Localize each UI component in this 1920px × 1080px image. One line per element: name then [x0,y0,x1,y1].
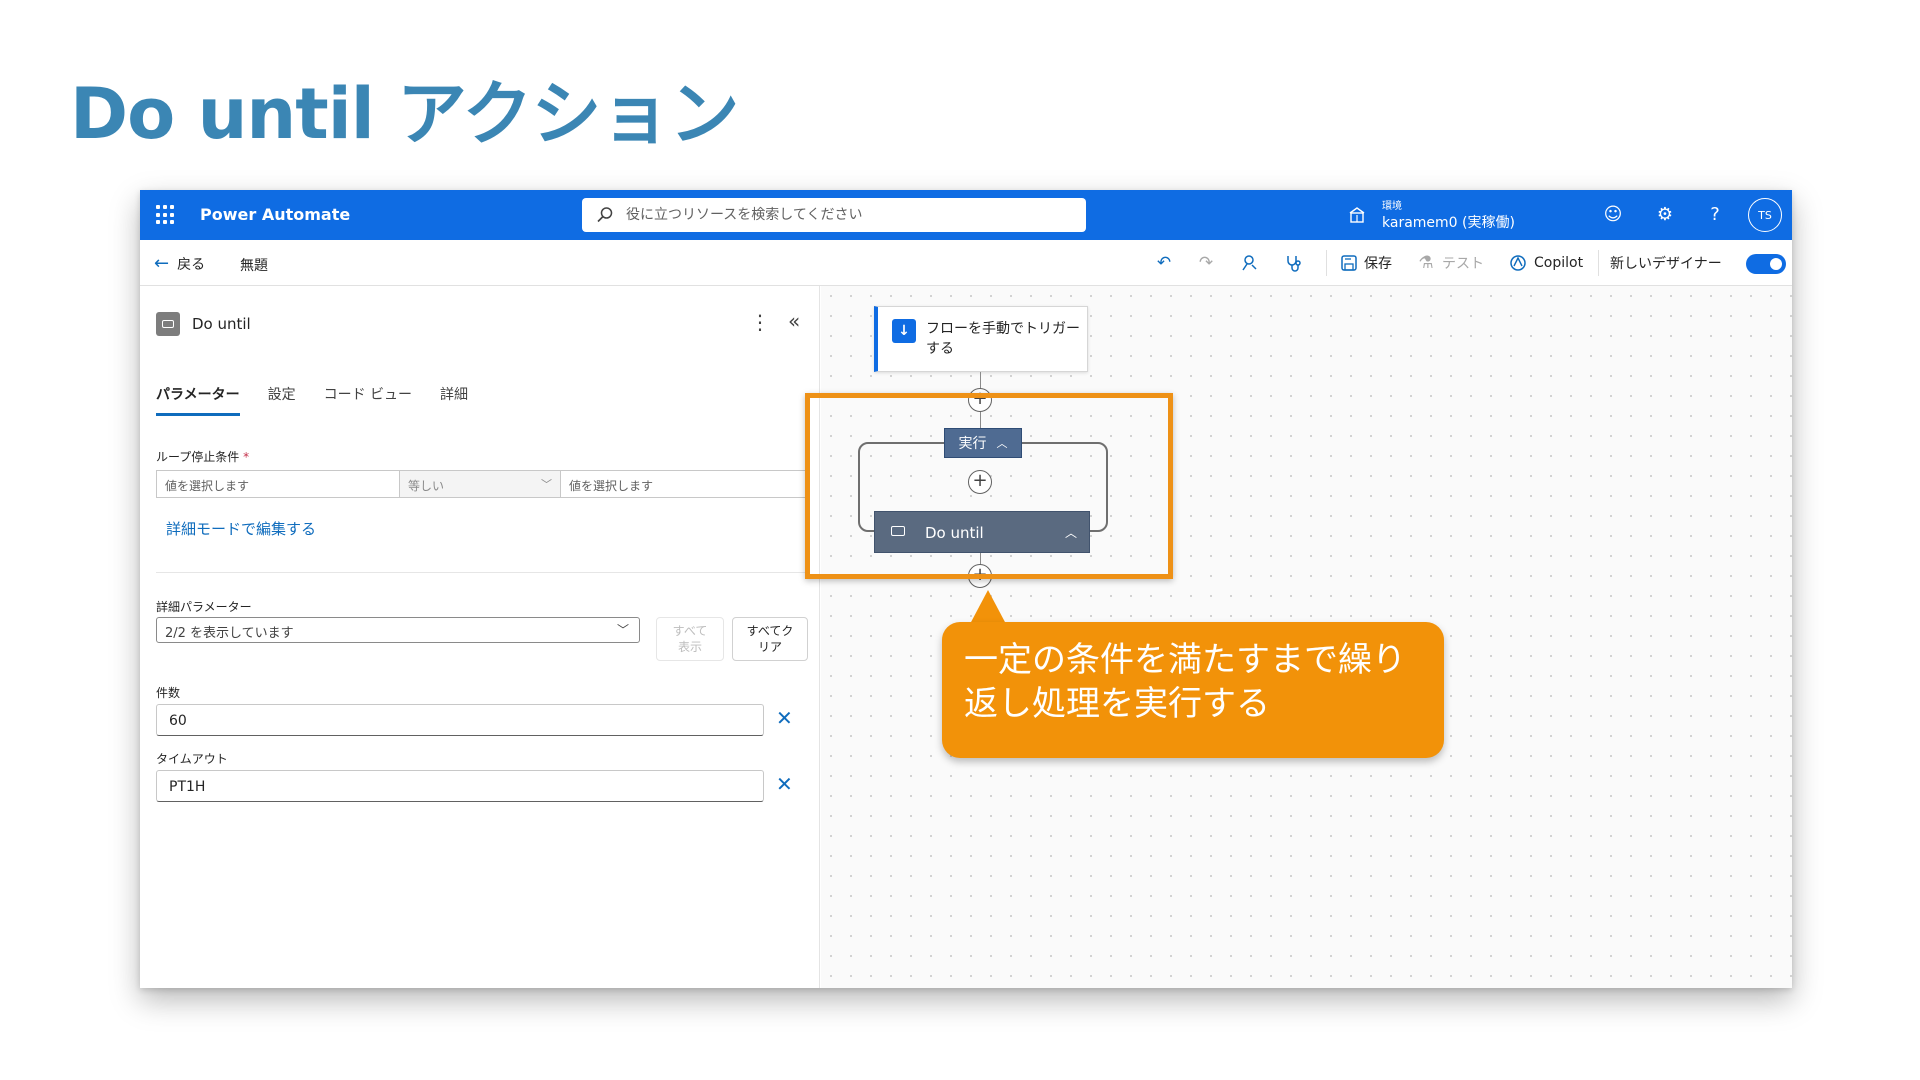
waffle-icon[interactable] [156,205,176,225]
loop-action-icon [156,312,180,336]
back-arrow-icon: ← [154,253,170,274]
chevron-down-icon: ﹀ [616,623,629,637]
tab-parameters[interactable]: パラメーター [156,384,240,416]
save-button[interactable]: 保存 [1340,252,1392,274]
redo-button[interactable]: ↷ [1196,252,1216,274]
callout-annotation: 一定の条件を満たすまで繰り返し処理を実行する [942,622,1444,758]
advanced-edit-link[interactable]: 詳細モードで編集する [166,518,316,539]
test-button[interactable]: ⚗ テスト [1416,252,1484,274]
copilot-button[interactable]: Copilot [1508,252,1583,274]
copilot-icon [1510,255,1526,271]
condition-left-value[interactable]: 値を選択します [156,470,400,498]
section-divider [156,572,806,573]
gear-icon[interactable]: ⚙ [1654,203,1676,225]
save-icon [1341,255,1357,271]
show-all-button[interactable]: すべて 表示 [656,617,724,661]
tab-code-view[interactable]: コード ビュー [324,384,412,416]
timeout-label: タイムアウト [156,752,228,766]
properties-panel: Do until ⋮ « パラメーター 設定 コード ビュー 詳細 ループ停止条… [140,286,820,988]
loop-condition-row: 値を選択します 等しい ﹀ 値を選択します [156,470,806,498]
loop-condition-label: ループ停止条件 * [156,448,249,465]
advanced-params-dropdown[interactable]: 2/2 を表示しています ﹀ [156,617,640,643]
collapse-panel-icon[interactable]: « [788,309,800,333]
environment-value: karamem0 (実稼働) [1382,215,1515,231]
undo-button[interactable]: ↶ [1154,252,1174,274]
condition-right-value[interactable]: 値を選択します [560,470,806,498]
clear-count-icon[interactable]: ✕ [776,706,793,730]
app-name[interactable]: Power Automate [200,205,350,224]
trigger-label: フローを手動でトリガーする [926,321,1080,357]
undo-icon: ↶ [1156,253,1172,273]
copilot-label: Copilot [1534,255,1584,271]
slide-title: Do until アクション [70,73,740,155]
flask-icon: ⚗ [1418,253,1434,273]
environment-icon [1349,207,1365,223]
manual-trigger-icon: ↓ [892,319,916,343]
timeout-input[interactable]: PT1H [156,770,764,802]
save-label: 保存 [1364,256,1392,272]
back-button[interactable]: ← 戻る [154,253,205,274]
count-input[interactable]: 60 [156,704,764,736]
tab-settings[interactable]: 設定 [268,384,296,416]
condition-operator-dropdown[interactable]: 等しい ﹀ [400,470,560,498]
toolbar-divider [1326,250,1327,276]
flow-checker-icon [1242,255,1257,271]
clear-timeout-icon[interactable]: ✕ [776,772,793,796]
search-box[interactable] [582,198,1086,232]
condition-operator-value: 等しい [408,479,445,493]
stethoscope-icon [1287,256,1301,272]
loop-condition-text: ループ停止条件 [156,450,240,464]
chevron-down-icon: ﹀ [541,478,552,491]
required-mark: * [243,450,250,464]
back-label: 戻る [177,256,206,273]
count-label: 件数 [156,686,181,700]
trigger-card[interactable]: ↓ フローを手動でトリガーする [874,306,1088,372]
designer-toolbar: ← 戻る 無題 ↶ ↷ 保存 ⚗ テスト Copilot 新しいデザイナー [140,240,1792,286]
highlight-box [805,393,1173,579]
more-options-icon[interactable]: ⋮ [750,310,770,334]
new-designer-label: 新しいデザイナー [1610,256,1722,272]
clear-all-button[interactable]: すべてク リア [732,617,808,661]
smiley-icon[interactable]: ☺ [1602,203,1624,225]
app-header: Power Automate 環境 karamem0 (実稼働) ☺ ⚙ ? T… [140,190,1792,240]
advanced-params-value: 2/2 を表示しています [165,626,294,641]
flow-name[interactable]: 無題 [240,255,268,275]
search-input[interactable] [626,198,1066,232]
avatar[interactable]: TS [1748,198,1782,232]
redo-icon: ↷ [1198,253,1214,273]
test-label: テスト [1442,256,1484,272]
toolbar-divider [1598,250,1599,276]
help-icon[interactable]: ? [1704,203,1726,225]
new-designer-toggle[interactable] [1746,254,1786,274]
panel-tabs: パラメーター 設定 コード ビュー 詳細 [156,384,468,416]
tab-details[interactable]: 詳細 [440,384,468,416]
search-icon [597,207,613,223]
connections-button[interactable] [1284,252,1304,274]
callout-pointer [970,590,1006,624]
panel-title[interactable]: Do until [192,315,251,333]
flow-checker-button[interactable] [1240,252,1260,274]
environment-label: 環境 [1382,201,1402,212]
advanced-params-label: 詳細パラメーター [156,600,252,614]
